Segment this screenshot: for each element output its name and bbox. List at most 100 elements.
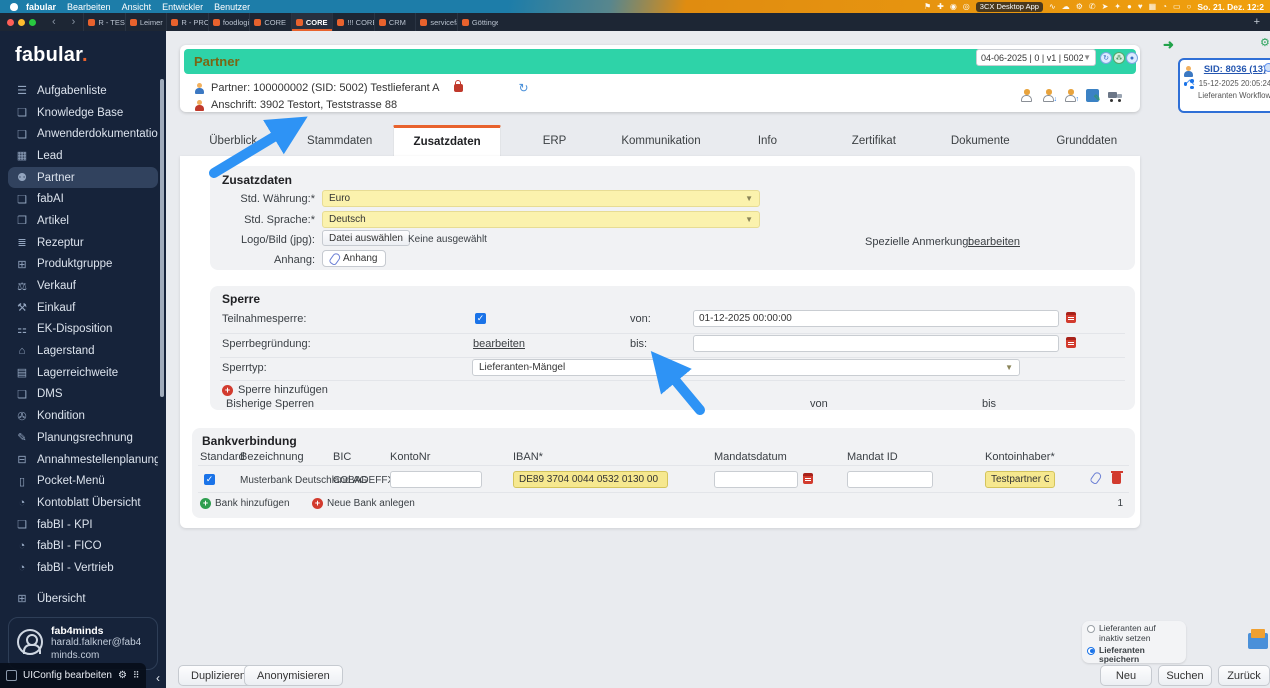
- search-icon[interactable]: ○: [1187, 2, 1192, 11]
- status-icon-record[interactable]: ●: [1127, 2, 1132, 11]
- header-refresh-icon[interactable]: ↻: [1100, 52, 1112, 64]
- tab-zusatzdaten[interactable]: Zusatzdaten: [392, 125, 502, 156]
- zurueck-button[interactable]: Zurück: [1218, 665, 1270, 686]
- workflow-sid-link[interactable]: SID: 8036 (13): [1198, 64, 1270, 75]
- status-icon-spark[interactable]: ✦: [1114, 2, 1121, 11]
- sidebar-item-partner[interactable]: ⚉ Partner: [8, 166, 158, 189]
- status-icon-flag[interactable]: ⚑: [924, 2, 931, 11]
- sidebar-item-annahmestellenplanung[interactable]: ⊟ Annahmestellenplanung: [8, 449, 158, 471]
- bis-input[interactable]: [693, 335, 1059, 352]
- sidebar-item-fabbi-vertrieb[interactable]: ◔ fabBI - Vertrieb: [8, 557, 158, 579]
- status-icon-phone[interactable]: ✆: [1089, 2, 1096, 11]
- sidebar-item-einkauf[interactable]: ⚒ Einkauf: [8, 297, 158, 319]
- header-info-icon[interactable]: ●: [1126, 52, 1138, 64]
- radio-speichern-row[interactable]: Lieferanten speichern: [1087, 645, 1181, 666]
- bank-hinzufuegen[interactable]: + Bank hinzufügen: [200, 498, 290, 509]
- status-icon-dot1[interactable]: ◉: [950, 2, 957, 11]
- sidebar-item-planungsrechnung[interactable]: ✎ Planungsrechnung: [8, 427, 158, 449]
- new-tab-button[interactable]: +: [1244, 13, 1270, 31]
- truck-icon[interactable]: [1108, 90, 1124, 102]
- contact-person-icon[interactable]: [1020, 89, 1033, 102]
- menu-bearbeiten[interactable]: Bearbeiten: [67, 2, 111, 12]
- version-select[interactable]: 04-06-2025 | 0 | v1 | 5002 ▼: [976, 49, 1096, 66]
- sperre-hinzufuegen[interactable]: + Sperre hinzufügen: [222, 384, 328, 396]
- sidebar-item-pocket-menu[interactable]: ▯ Pocket-Menü: [8, 470, 158, 492]
- browser-tab-crm[interactable]: CRM: [373, 13, 416, 31]
- sidebar-collapse-icon[interactable]: ‹: [156, 671, 160, 685]
- sidebar-item-produktgruppe[interactable]: ⊞ Produktgruppe: [8, 254, 158, 276]
- header-share-icon[interactable]: ⁂: [1113, 52, 1125, 64]
- delete-bank-icon[interactable]: [1110, 470, 1123, 484]
- minimize-window-icon[interactable]: [18, 18, 25, 26]
- status-icon-dot2[interactable]: ◎: [963, 2, 970, 11]
- sidebar-item-artikel[interactable]: ❐ Artikel: [8, 210, 158, 232]
- browser-tab-core-3[interactable]: !!! CORE: [332, 13, 374, 31]
- sidebar-item-lead[interactable]: ▦ Lead: [8, 145, 158, 167]
- file-select-button[interactable]: Datei auswählen: [322, 230, 410, 246]
- status-icon-cursor[interactable]: ➤: [1102, 2, 1109, 11]
- workflow-card[interactable]: SID: 8036 (13) 15-12-2025 20:05:24 Liefe…: [1178, 58, 1270, 113]
- tab-info[interactable]: Info: [714, 125, 820, 156]
- sidebar-item-rezeptur[interactable]: ≣ Rezeptur: [8, 232, 158, 254]
- person-upload-icon[interactable]: ↑: [1064, 89, 1079, 103]
- bank-mandatid-input[interactable]: [847, 471, 933, 488]
- back-icon[interactable]: ‹: [44, 13, 64, 31]
- sidebar-item-lagerstand[interactable]: ⌂ Lagerstand: [8, 340, 158, 362]
- radio-inaktiv[interactable]: [1087, 625, 1095, 633]
- status-icon-volume[interactable]: ◔: [1162, 2, 1167, 11]
- menubar-clock[interactable]: So. 21. Dez. 12:2: [1197, 2, 1264, 12]
- tab-grunddaten[interactable]: Grunddaten: [1034, 125, 1140, 156]
- sidebar-item-uebersicht[interactable]: ⊞ Übersicht: [8, 588, 158, 610]
- sidebar-item-dms[interactable]: ❏ DMS: [8, 384, 158, 406]
- bank-kontoinhaber-input[interactable]: [985, 471, 1055, 488]
- neue-bank-anlegen[interactable]: + Neue Bank anlegen: [312, 498, 415, 509]
- sperrtyp-select[interactable]: Lieferanten-Mängel ▼: [472, 359, 1020, 376]
- sidebar-item-aufgabenliste[interactable]: ☰ Aufgabenliste: [8, 80, 158, 102]
- radio-inaktiv-row[interactable]: Lieferanten auf inaktiv setzen: [1087, 623, 1181, 644]
- gear-icon[interactable]: ⚙: [118, 670, 127, 681]
- menu-app-name[interactable]: fabular: [26, 2, 56, 12]
- sprache-select[interactable]: Deutsch ▼: [322, 211, 760, 228]
- browser-tab-leimer[interactable]: Leimer: [124, 13, 167, 31]
- close-window-icon[interactable]: [7, 18, 14, 26]
- waehrung-select[interactable]: Euro ▼: [322, 190, 760, 207]
- apple-menu-icon[interactable]: [10, 2, 18, 11]
- sidebar-item-knowledge-base[interactable]: ❏ Knowledge Base: [8, 102, 158, 124]
- browser-tab-r-produ[interactable]: R - PRODU...: [166, 13, 208, 31]
- sidebar-item-kontoblatt-uebersicht[interactable]: ◔ Kontoblatt Übersicht: [8, 492, 158, 514]
- sidebar-item-lagerreichweite[interactable]: ▤ Lagerreichweite: [8, 362, 158, 384]
- anmerkung-bearbeiten-link[interactable]: bearbeiten: [968, 236, 1020, 248]
- drag-handle-icon[interactable]: ⠿: [133, 670, 140, 681]
- browser-tab-goettinger[interactable]: Göttinger: [456, 13, 498, 31]
- von-input[interactable]: [693, 310, 1059, 327]
- status-icon-display[interactable]: ▦: [1149, 2, 1157, 11]
- sidebar-item-fabbi-fico[interactable]: ◔ fabBI - FICO: [8, 535, 158, 557]
- radio-speichern[interactable]: [1087, 646, 1095, 655]
- status-icon-cloud[interactable]: ☁: [1062, 2, 1070, 11]
- suchen-button[interactable]: Suchen: [1158, 665, 1212, 686]
- tab-kommunikation[interactable]: Kommunikation: [608, 125, 714, 156]
- sidebar-item-anwenderdokumentation[interactable]: ❏ Anwenderdokumentation: [8, 123, 158, 145]
- tab-zertifikat[interactable]: Zertifikat: [821, 125, 927, 156]
- sperrbegruendung-bearbeiten-link[interactable]: bearbeiten: [473, 338, 525, 350]
- bank-kontonr-input[interactable]: [390, 471, 482, 488]
- menu-entwickler[interactable]: Entwickler: [162, 2, 203, 12]
- bank-attachment-icon[interactable]: [1089, 470, 1103, 486]
- sidebar-item-fabai[interactable]: ❏ fabAI: [8, 188, 158, 210]
- forward-icon[interactable]: ›: [64, 13, 84, 31]
- person-download-icon[interactable]: ↓: [1042, 89, 1057, 103]
- mandatsdatum-calendar-icon[interactable]: [803, 473, 813, 484]
- bank-standard-checkbox[interactable]: ✓: [204, 474, 215, 485]
- zoom-window-icon[interactable]: [29, 18, 36, 26]
- tab-erp[interactable]: ERP: [501, 125, 607, 156]
- status-3cx-app[interactable]: 3CX Desktop App: [975, 1, 1043, 12]
- sidebar-item-fabbi-kpi[interactable]: ❏ fabBI - KPI: [8, 514, 158, 536]
- bank-mandatsdatum-input[interactable]: [714, 471, 798, 488]
- von-calendar-icon[interactable]: [1066, 312, 1076, 323]
- browser-tab-servicefab[interactable]: servicefab...: [415, 13, 457, 31]
- bank-iban-input[interactable]: [513, 471, 668, 488]
- tab-ueberblick[interactable]: Überblick: [180, 125, 286, 156]
- browser-tab-foodlogic[interactable]: foodlogic: [207, 13, 249, 31]
- status-icon-wave[interactable]: ∿: [1049, 2, 1056, 11]
- uiconfig-checkbox[interactable]: [6, 670, 17, 681]
